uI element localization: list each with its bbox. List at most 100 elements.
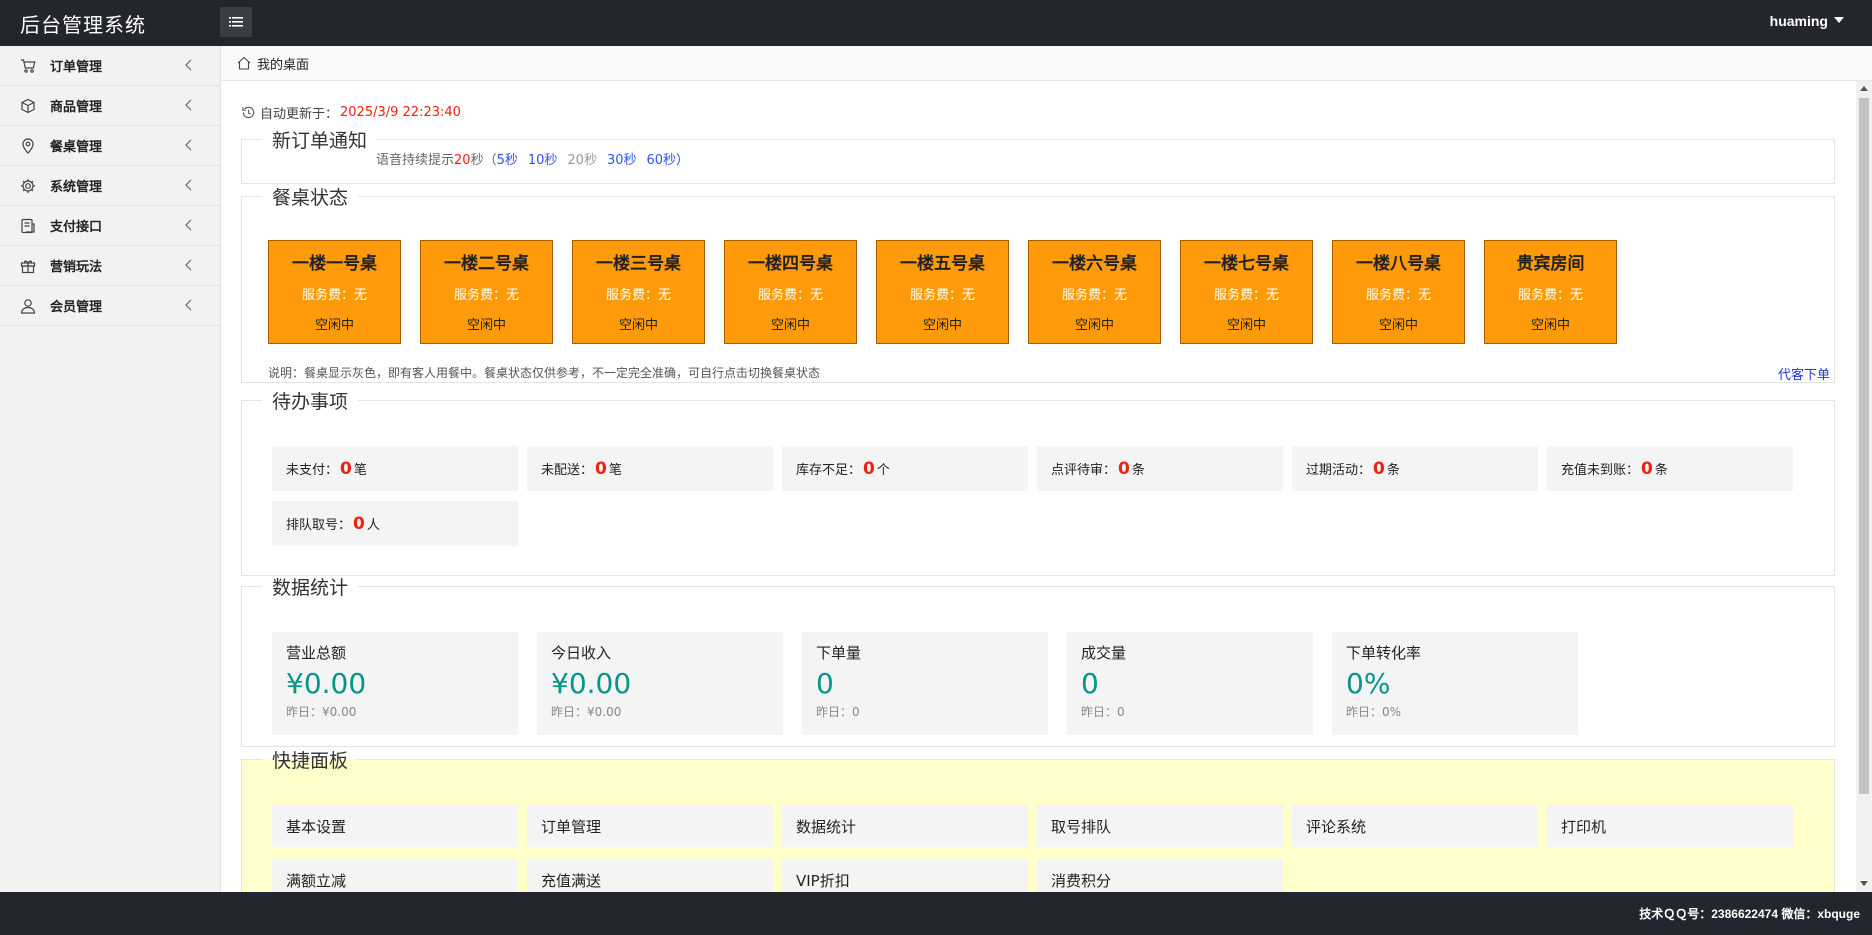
sidebar-item-label: 商品管理 bbox=[50, 100, 103, 115]
todo-expired-activity[interactable]: 过期活动： 0 条 bbox=[1292, 446, 1538, 491]
stat-card-orders: 下单量 0 昨日：0 bbox=[802, 632, 1048, 735]
todo-undelivered[interactable]: 未配送： 0 笔 bbox=[527, 446, 773, 491]
table-status: 空闲中 bbox=[314, 318, 354, 333]
todo-unpaid[interactable]: 未支付： 0 笔 bbox=[272, 446, 518, 491]
table-name: 一楼六号桌 bbox=[1052, 254, 1137, 274]
todo-panel: 待办事项 未支付： 0 笔 未配送： 0 笔 库存不足： 0 个 点评待审： 0 条 过期活动：… bbox=[241, 387, 1835, 576]
breadcrumb-current[interactable]: 我的桌面 bbox=[257, 54, 309, 73]
table-name: 一楼八号桌 bbox=[1356, 254, 1441, 274]
quick-order-management[interactable]: 订单管理 bbox=[527, 805, 773, 847]
stat-yesterday: 昨日：0 bbox=[816, 705, 860, 719]
table-name: 一楼三号桌 bbox=[596, 254, 681, 274]
table-name: 贵宾房间 bbox=[1516, 254, 1585, 274]
sidebar-item-members[interactable]: 会员管理 bbox=[0, 286, 220, 326]
sidebar-item-label: 支付接口 bbox=[50, 220, 103, 235]
user-icon bbox=[20, 298, 36, 314]
sidebar-item-products[interactable]: 商品管理 bbox=[0, 86, 220, 126]
payment-icon bbox=[20, 218, 36, 234]
table-status: 空闲中 bbox=[618, 318, 658, 333]
auto-update-label: 自动更新于： bbox=[260, 107, 339, 122]
scroll-down-icon[interactable] bbox=[1860, 881, 1868, 886]
stat-card-today: 今日收入 ¥0.00 昨日：¥0.00 bbox=[537, 632, 783, 735]
voice-option-5[interactable]: 5秒 bbox=[497, 153, 518, 168]
voice-current: 20 bbox=[454, 153, 471, 168]
home-icon[interactable] bbox=[237, 56, 251, 70]
stat-value: 0% bbox=[1346, 667, 1391, 700]
chevron-left-icon bbox=[185, 59, 192, 71]
table-name: 一楼四号桌 bbox=[748, 254, 833, 274]
table-fee: 服务费：无 bbox=[1517, 288, 1583, 303]
stat-label: 营业总额 bbox=[286, 644, 347, 662]
quick-queue[interactable]: 取号排队 bbox=[1037, 805, 1283, 847]
auto-update-status: 自动更新于： 2025/3/9 22:23:40 bbox=[241, 103, 461, 122]
stat-value: ¥0.00 bbox=[551, 667, 632, 700]
stats-panel: 数据统计 营业总额 ¥0.00 昨日：¥0.00 今日收入 ¥0.00 昨日：¥0.00… bbox=[241, 573, 1835, 747]
quick-printer[interactable]: 打印机 bbox=[1547, 805, 1793, 847]
voice-option-10[interactable]: 10秒 bbox=[528, 153, 558, 168]
sidebar-item-payment[interactable]: 支付接口 bbox=[0, 206, 220, 246]
todo-unit: 人 bbox=[366, 518, 380, 533]
footer-contact: 技术ＱＱ号：2386622474 微信：xbquge bbox=[1639, 907, 1860, 921]
sidebar-item-tables[interactable]: 餐桌管理 bbox=[0, 126, 220, 166]
new-order-notice-title: 新订单通知 bbox=[272, 130, 368, 152]
table-status: 空闲中 bbox=[922, 318, 962, 333]
table-card[interactable]: 一楼一号桌 服务费：无 空闲中 bbox=[268, 240, 401, 344]
todo-unit: 笔 bbox=[353, 463, 367, 478]
voice-option-20[interactable]: 20秒 bbox=[567, 153, 597, 168]
sidebar-item-system[interactable]: 系统管理 bbox=[0, 166, 220, 206]
scrollbar-thumb[interactable] bbox=[1859, 98, 1869, 794]
stat-card-total: 营业总额 ¥0.00 昨日：¥0.00 bbox=[272, 632, 518, 735]
todo-unit: 条 bbox=[1654, 463, 1668, 478]
stat-value: ¥0.00 bbox=[286, 667, 367, 700]
todo-count: 0 bbox=[1373, 458, 1385, 479]
table-fee: 服务费：无 bbox=[1365, 288, 1431, 303]
chevron-left-icon bbox=[185, 299, 192, 311]
voice-option-60[interactable]: 60秒） bbox=[647, 153, 690, 168]
table-card[interactable]: 一楼七号桌 服务费：无 空闲中 bbox=[1180, 240, 1313, 344]
table-card[interactable]: 一楼三号桌 服务费：无 空闲中 bbox=[572, 240, 705, 344]
todo-label: 未配送： bbox=[541, 463, 594, 478]
caret-down-icon bbox=[1834, 17, 1844, 23]
menu-toggle-button[interactable] bbox=[220, 7, 252, 37]
gift-icon bbox=[20, 258, 36, 274]
order-for-guest-link[interactable]: 代客下单 bbox=[1778, 364, 1830, 383]
table-cards: 一楼一号桌 服务费：无 空闲中 一楼二号桌 服务费：无 空闲中 一楼三号桌 服务费：无 空闲… bbox=[268, 240, 1636, 344]
table-card[interactable]: 一楼八号桌 服务费：无 空闲中 bbox=[1332, 240, 1465, 344]
todo-queue[interactable]: 排队取号： 0 人 bbox=[272, 501, 518, 546]
todo-review-pending[interactable]: 点评待审： 0 条 bbox=[1037, 446, 1283, 491]
table-card[interactable]: 贵宾房间 服务费：无 空闲中 bbox=[1484, 240, 1617, 344]
quick-basic-settings[interactable]: 基本设置 bbox=[272, 805, 518, 847]
todo-count: 0 bbox=[353, 513, 365, 534]
sidebar-item-marketing[interactable]: 营销玩法 bbox=[0, 246, 220, 286]
table-card[interactable]: 一楼五号桌 服务费：无 空闲中 bbox=[876, 240, 1009, 344]
chevron-left-icon bbox=[185, 99, 192, 111]
chevron-left-icon bbox=[185, 259, 192, 271]
top-bar: 后台管理系统 huaming bbox=[0, 0, 1872, 46]
quick-data-stats[interactable]: 数据统计 bbox=[782, 805, 1028, 847]
cart-icon bbox=[20, 58, 36, 74]
table-status-panel: 餐桌状态 一楼一号桌 服务费：无 空闲中 一楼二号桌 服务费：无 空闲中 一楼三号桌 服务… bbox=[241, 183, 1835, 383]
table-card[interactable]: 一楼六号桌 服务费：无 空闲中 bbox=[1028, 240, 1161, 344]
auto-update-time: 2025/3/9 22:23:40 bbox=[340, 105, 461, 120]
table-status: 空闲中 bbox=[1074, 318, 1114, 333]
todo-count: 0 bbox=[340, 458, 352, 479]
todo-count: 0 bbox=[595, 458, 607, 479]
table-card[interactable]: 一楼二号桌 服务费：无 空闲中 bbox=[420, 240, 553, 344]
table-name: 一楼五号桌 bbox=[900, 254, 985, 274]
stat-yesterday: 昨日：0% bbox=[1346, 705, 1402, 719]
voice-prefix: 语音持续提示 bbox=[376, 153, 455, 168]
voice-option-30[interactable]: 30秒 bbox=[607, 153, 637, 168]
table-card[interactable]: 一楼四号桌 服务费：无 空闲中 bbox=[724, 240, 857, 344]
user-menu[interactable]: huaming bbox=[1770, 13, 1844, 29]
footer: 技术ＱＱ号：2386622474 微信：xbquge bbox=[0, 892, 1872, 935]
todo-unit: 条 bbox=[1131, 463, 1145, 478]
quick-comments[interactable]: 评论系统 bbox=[1292, 805, 1538, 847]
stat-card-conversion: 下单转化率 0% 昨日：0% bbox=[1332, 632, 1578, 735]
app-title: 后台管理系统 bbox=[20, 13, 146, 37]
sidebar-item-orders[interactable]: 订单管理 bbox=[0, 46, 220, 86]
stat-label: 下单量 bbox=[816, 644, 862, 662]
todo-recharge-pending[interactable]: 充值未到账： 0 条 bbox=[1547, 446, 1793, 491]
table-fee: 服务费：无 bbox=[453, 288, 519, 303]
todo-low-stock[interactable]: 库存不足： 0 个 bbox=[782, 446, 1028, 491]
scroll-up-icon[interactable] bbox=[1860, 86, 1868, 91]
